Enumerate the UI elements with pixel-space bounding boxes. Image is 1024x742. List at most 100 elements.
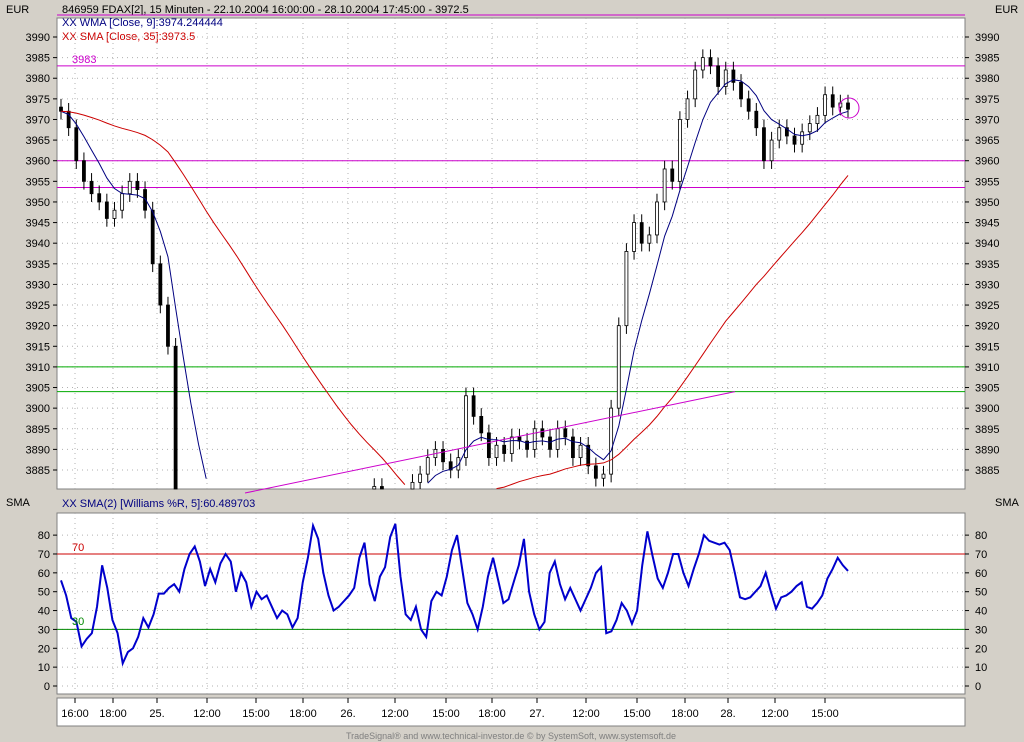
y-tick-label-left: 3890 xyxy=(26,444,50,456)
y-tick-label-right: 3920 xyxy=(975,321,999,333)
candle-body xyxy=(532,428,537,450)
y-tick-label-right: 70 xyxy=(975,549,987,561)
x-tick-label: 12:00 xyxy=(761,708,789,720)
y-tick-label-right: 3895 xyxy=(975,424,999,436)
y-tick-label-right: 40 xyxy=(975,606,987,618)
candle-body xyxy=(739,81,743,100)
y-tick-label-right: 3975 xyxy=(975,94,999,106)
y-tick-label-right: 3935 xyxy=(975,259,999,271)
y-tick-label-right: 50 xyxy=(975,587,987,599)
y-tick-label-left: 60 xyxy=(38,568,50,580)
x-tick-label: 26. xyxy=(340,708,355,720)
y-tick-label-right: 3960 xyxy=(975,156,999,168)
candle-body xyxy=(571,436,575,459)
y-tick-label-right: 3955 xyxy=(975,176,999,188)
candle-body xyxy=(678,119,682,182)
lower-legend[interactable]: XX SMA(2) [Williams %R, 5]:60.489703 xyxy=(62,498,255,510)
candle-body xyxy=(89,180,94,195)
candle-body xyxy=(563,428,568,438)
candle-body xyxy=(762,127,766,162)
wma-legend[interactable]: XX WMA [Close, 9]:3974.244444 xyxy=(62,17,223,29)
y-tick-label-left: 3925 xyxy=(26,300,50,312)
candle-body xyxy=(769,139,774,162)
y-tick-label-left: 80 xyxy=(38,530,50,542)
candle-body xyxy=(112,209,117,219)
level-70-label: 70 xyxy=(72,542,84,554)
x-tick-label: 12:00 xyxy=(572,708,600,720)
y-tick-label-right: 3910 xyxy=(975,362,999,374)
candle-body xyxy=(540,428,545,438)
candle-body xyxy=(158,263,163,306)
candle-body xyxy=(82,160,86,182)
sma-legend[interactable]: XX SMA [Close, 35]:3973.5 xyxy=(62,31,195,43)
y-tick-label-left: 3885 xyxy=(26,465,50,477)
y-tick-label-left: 3955 xyxy=(26,176,50,188)
y-tick-label-right: 3950 xyxy=(975,197,999,209)
x-tick-label: 28. xyxy=(720,708,735,720)
y-tick-label-left: 3990 xyxy=(26,32,50,44)
candle-body xyxy=(807,123,812,133)
sma-label-left: SMA xyxy=(6,497,31,509)
sma-label-right: SMA xyxy=(995,497,1020,509)
y-tick-label-right: 3890 xyxy=(975,444,999,456)
x-tick-label: 18:00 xyxy=(478,708,506,720)
candle-body xyxy=(662,168,667,203)
y-tick-label-left: 3900 xyxy=(26,403,50,415)
candle-body xyxy=(173,345,178,490)
y-tick-label-left: 3975 xyxy=(26,94,50,106)
y-tick-label-right: 3905 xyxy=(975,383,999,395)
y-tick-label-right: 3970 xyxy=(975,114,999,126)
candle-body xyxy=(494,444,499,459)
candle-body xyxy=(479,415,484,434)
candle-body xyxy=(685,98,690,120)
y-tick-label-right: 3980 xyxy=(975,73,999,85)
y-tick-label-left: 3985 xyxy=(26,53,50,65)
x-tick-label: 15:00 xyxy=(242,708,270,720)
y-tick-label-left: 3940 xyxy=(26,238,50,250)
y-tick-label-left: 3920 xyxy=(26,321,50,333)
y-tick-label-right: 3925 xyxy=(975,300,999,312)
candle-body xyxy=(410,481,415,490)
x-tick-label: 12:00 xyxy=(193,708,221,720)
candle-body xyxy=(846,102,850,110)
candle-body xyxy=(815,114,820,124)
y-tick-label-right: 10 xyxy=(975,662,987,674)
candle-body xyxy=(639,222,644,244)
x-tick-label: 18:00 xyxy=(289,708,317,720)
y-tick-label-right: 3915 xyxy=(975,341,999,353)
candle-body xyxy=(127,180,132,195)
y-tick-label-right: 3985 xyxy=(975,53,999,65)
x-tick-label: 15:00 xyxy=(811,708,839,720)
candle-body xyxy=(655,201,659,236)
candle-body xyxy=(800,131,805,145)
candle-body xyxy=(632,222,636,252)
x-tick-label: 16:00 xyxy=(61,708,89,720)
footer-credits: TradeSignal® and www.technical-investor.… xyxy=(346,731,676,741)
instrument-title: 846959 FDAX[2], 15 Minuten - 22.10.2004 … xyxy=(62,4,469,16)
x-tick-label: 27. xyxy=(529,708,544,720)
lower-plot-area[interactable] xyxy=(56,512,966,695)
y-tick-label-right: 3945 xyxy=(975,218,999,230)
candle-body xyxy=(578,444,583,459)
y-tick-label-right: 30 xyxy=(975,624,987,636)
chart-window: EUR EUR SMA SMA 846959 FDAX[2], 15 Minut… xyxy=(0,0,1024,742)
y-tick-label-left: 20 xyxy=(38,643,50,655)
candle-body xyxy=(59,106,63,112)
candle-body xyxy=(746,98,751,112)
candle-body xyxy=(150,209,155,265)
candle-body xyxy=(693,69,698,100)
candle-body xyxy=(120,193,125,211)
y-tick-label-left: 30 xyxy=(38,624,50,636)
y-tick-label-left: 3910 xyxy=(26,362,50,374)
y-tick-label-right: 3990 xyxy=(975,32,999,44)
y-tick-label-right: 80 xyxy=(975,530,987,542)
y-tick-label-left: 3945 xyxy=(26,218,50,230)
y-tick-label-right: 0 xyxy=(975,681,981,693)
candle-body xyxy=(380,486,384,490)
level-3983-label: 3983 xyxy=(72,54,96,66)
y-tick-label-right: 3940 xyxy=(975,238,999,250)
y-tick-label-right: 3965 xyxy=(975,135,999,147)
y-tick-label-left: 50 xyxy=(38,587,50,599)
x-tick-label: 18:00 xyxy=(99,708,127,720)
y-tick-label-right: 20 xyxy=(975,643,987,655)
